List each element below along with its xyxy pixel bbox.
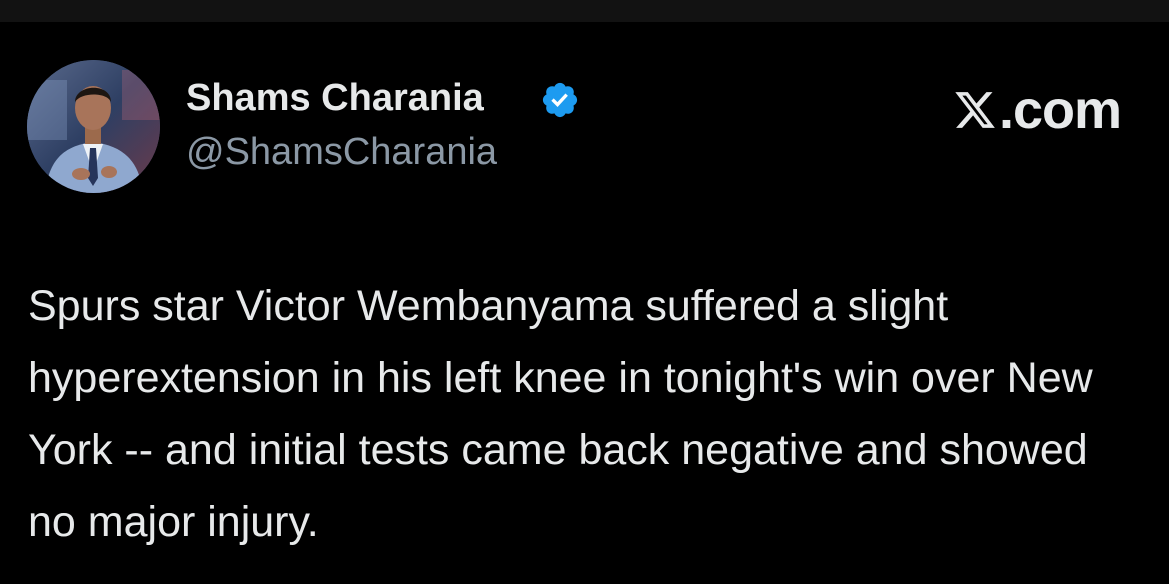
author-handle[interactable]: @ShamsCharania — [186, 130, 497, 174]
top-strip — [0, 0, 1169, 22]
author-display-name[interactable]: Shams Charania — [186, 76, 484, 120]
x-logo-icon — [955, 92, 995, 128]
avatar-photo — [27, 60, 160, 193]
verified-badge-icon — [542, 82, 578, 118]
brand-suffix: .com — [998, 80, 1122, 140]
brand-watermark: .com — [953, 78, 1122, 142]
avatar[interactable] — [27, 60, 160, 193]
tweet-text: Spurs star Victor Wembanyama suffered a … — [28, 282, 1093, 546]
